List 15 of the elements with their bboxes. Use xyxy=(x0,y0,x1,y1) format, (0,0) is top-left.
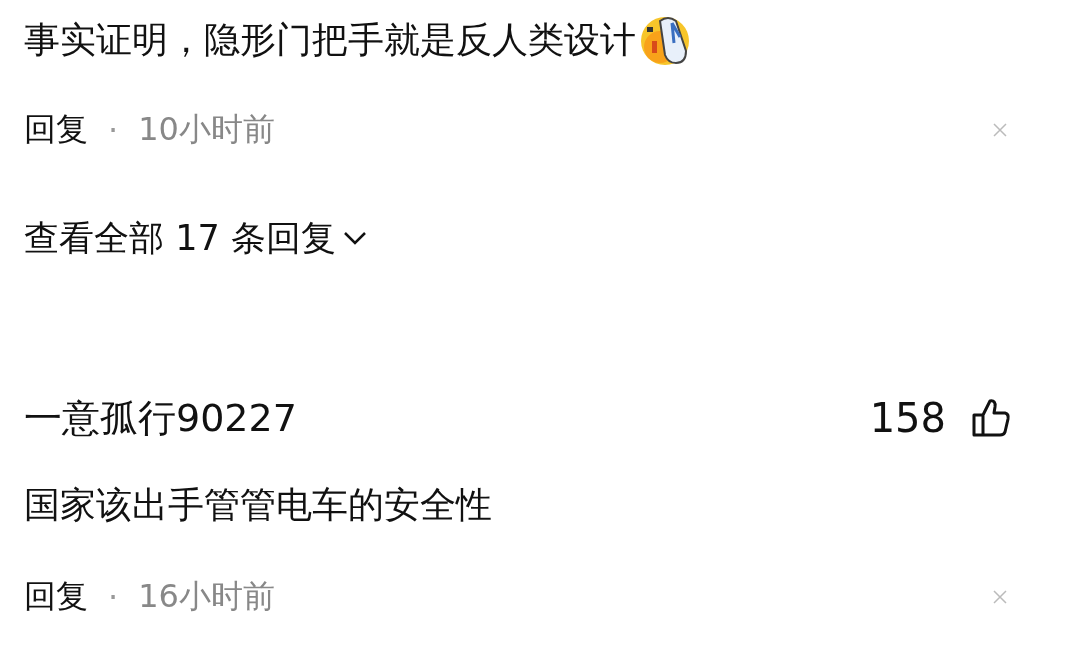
separator-dot: · xyxy=(108,111,119,149)
timestamp: 10小时前 xyxy=(138,109,275,150)
like-count: 158 xyxy=(869,395,946,441)
timestamp: 16小时前 xyxy=(138,576,275,617)
view-all-replies-link[interactable]: 查看全部 17 条回复 xyxy=(24,214,336,262)
thumbs-up-icon[interactable] xyxy=(970,397,1012,439)
chevron-down-icon xyxy=(341,230,368,246)
comment-text: 事实证明，隐形门把手就是反人类设计 xyxy=(24,17,636,62)
close-icon[interactable] xyxy=(992,589,1008,605)
reply-link[interactable]: 回复 xyxy=(24,108,88,152)
close-icon[interactable] xyxy=(992,122,1008,138)
comment-text: 国家该出手管管电车的安全性 xyxy=(24,482,492,527)
reply-link[interactable]: 回复 xyxy=(24,575,88,619)
separator-dot: · xyxy=(108,578,119,616)
username: 一意孤行90227 xyxy=(24,394,297,442)
